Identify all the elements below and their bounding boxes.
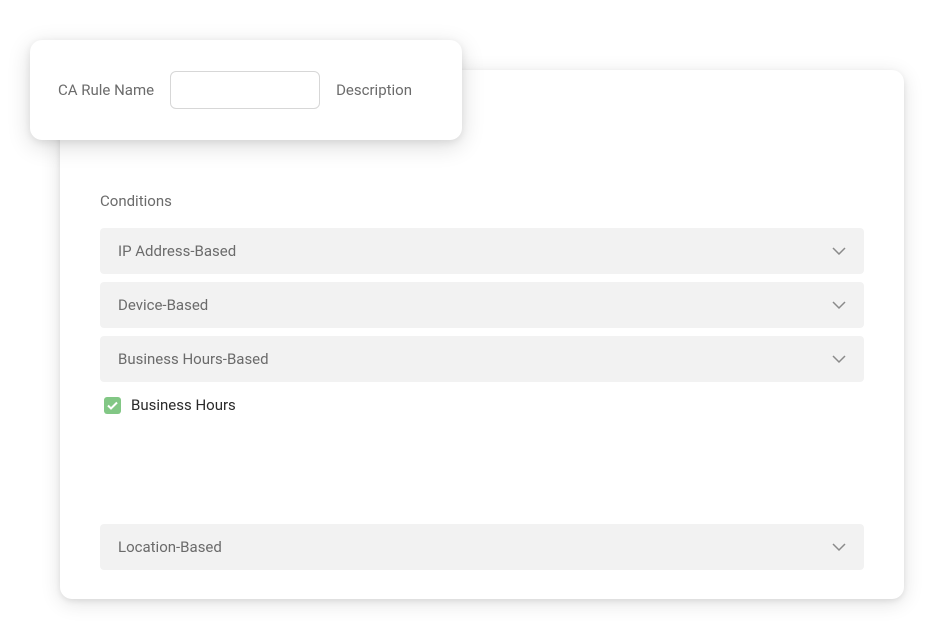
accordion-label: Business Hours-Based — [118, 350, 269, 368]
business-hours-checkbox-row: Business Hours — [100, 396, 864, 414]
accordion-device[interactable]: Device-Based — [100, 282, 864, 328]
business-hours-checkbox-label: Business Hours — [131, 396, 236, 414]
accordion-ip-address[interactable]: IP Address-Based — [100, 228, 864, 274]
accordion-label: IP Address-Based — [118, 242, 236, 260]
accordion-business-hours[interactable]: Business Hours-Based — [100, 336, 864, 382]
chevron-down-icon — [832, 540, 846, 554]
business-hours-checkbox[interactable] — [104, 397, 121, 414]
conditions-title: Conditions — [100, 192, 864, 210]
rule-name-input[interactable] — [170, 71, 320, 109]
description-label: Description — [336, 81, 412, 99]
chevron-down-icon — [832, 298, 846, 312]
main-card: Conditions IP Address-Based Device-Based… — [60, 70, 904, 599]
chevron-down-icon — [832, 352, 846, 366]
rule-name-label: CA Rule Name — [58, 81, 154, 99]
header-card: CA Rule Name Description — [30, 40, 462, 140]
chevron-down-icon — [832, 244, 846, 258]
accordion-location[interactable]: Location-Based — [100, 524, 864, 570]
accordion-label: Location-Based — [118, 538, 222, 556]
accordion-label: Device-Based — [118, 296, 208, 314]
conditions-section: Conditions IP Address-Based Device-Based… — [100, 192, 864, 570]
